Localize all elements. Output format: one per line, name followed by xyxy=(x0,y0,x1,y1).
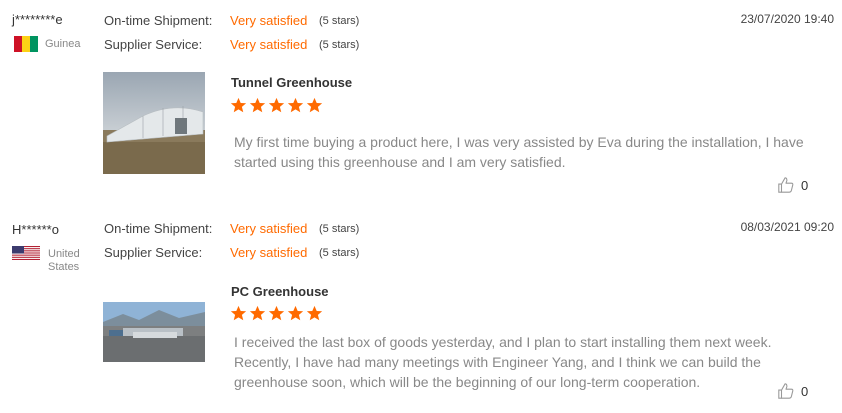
thumbs-up-icon xyxy=(778,383,794,399)
reviewer-country: United States xyxy=(48,248,80,273)
service-stars: (5 stars) xyxy=(319,247,360,259)
service-label: Supplier Service: xyxy=(104,37,203,52)
service-value: Very satisfied xyxy=(230,245,308,260)
review-date: 23/07/2020 19:40 xyxy=(740,12,834,26)
shipment-value: Very satisfied xyxy=(230,13,308,28)
product-rating xyxy=(230,97,323,114)
reviewer-country: Guinea xyxy=(45,38,81,50)
review-item: j********e Guinea On-time Shipment: Very… xyxy=(0,0,842,205)
product-rating xyxy=(230,305,323,322)
service-value: Very satisfied xyxy=(230,37,308,52)
like-count: 0 xyxy=(801,383,809,399)
like-count: 0 xyxy=(801,177,809,193)
star-icon xyxy=(230,305,247,321)
star-icon xyxy=(249,305,266,321)
product-thumbnail[interactable] xyxy=(103,302,205,362)
star-icon xyxy=(249,97,266,113)
service-label: Supplier Service: xyxy=(104,245,203,260)
us-flag-icon xyxy=(12,246,40,260)
product-thumbnail[interactable] xyxy=(103,72,205,174)
star-icon xyxy=(306,305,323,321)
star-icon xyxy=(287,305,304,321)
shipment-stars: (5 stars) xyxy=(319,223,360,235)
reviewer-name: H******o xyxy=(12,222,59,237)
star-icon xyxy=(230,97,247,113)
like-button[interactable]: 0 xyxy=(777,176,808,194)
product-name[interactable]: PC Greenhouse xyxy=(231,284,329,299)
review-item: H******o United States On-time Shipment:… xyxy=(0,208,842,413)
product-name[interactable]: Tunnel Greenhouse xyxy=(231,75,352,90)
shipment-value: Very satisfied xyxy=(230,221,308,236)
review-date: 08/03/2021 09:20 xyxy=(740,220,834,234)
star-icon xyxy=(306,97,323,113)
star-icon xyxy=(268,97,285,113)
star-icon xyxy=(268,305,285,321)
service-stars: (5 stars) xyxy=(319,39,360,51)
reviewer-name: j********e xyxy=(12,12,63,27)
shipment-label: On-time Shipment: xyxy=(104,221,213,236)
star-icon xyxy=(287,97,304,113)
review-comment: I received the last box of goods yesterd… xyxy=(234,334,772,390)
thumbs-up-icon xyxy=(778,177,794,193)
like-button[interactable]: 0 xyxy=(777,382,808,400)
guinea-flag-icon xyxy=(14,36,38,52)
review-comment: My first time buying a product here, I w… xyxy=(234,134,804,170)
shipment-stars: (5 stars) xyxy=(319,15,360,27)
shipment-label: On-time Shipment: xyxy=(104,13,213,28)
